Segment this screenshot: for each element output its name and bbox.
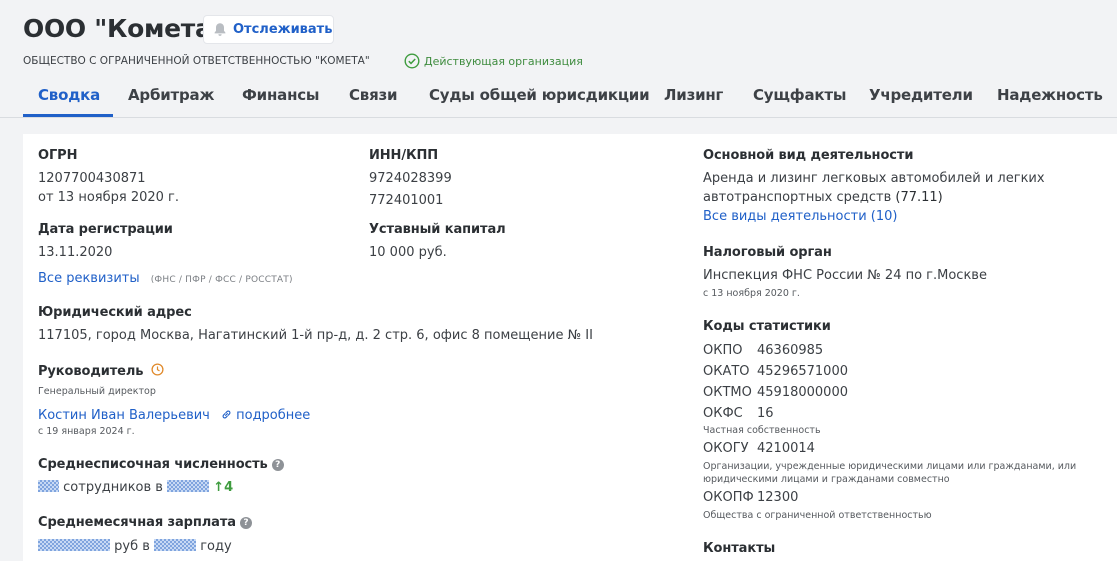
head-position: Генеральный директор [38, 386, 156, 397]
address-label: Юридический адрес [38, 305, 192, 320]
follow-label: Отслеживать [233, 22, 333, 37]
salary-year-text: году [200, 539, 232, 554]
okfs-key: ОКФС [703, 406, 743, 421]
okogu-key: ОКОГУ [703, 441, 749, 456]
okfs-description: Частная собственность [703, 425, 821, 436]
ogrn-label: ОГРН [38, 148, 78, 163]
company-full-name: ОБЩЕСТВО С ОГРАНИЧЕННОЙ ОТВЕТСТВЕННОСТЬЮ… [23, 55, 370, 67]
follow-button[interactable]: Отслеживать [203, 15, 334, 44]
clock-icon[interactable] [151, 363, 164, 376]
okpo-value: 46360985 [757, 343, 824, 358]
staff-delta-value: 4 [224, 480, 234, 495]
tab-general-courts[interactable]: Суды общей юрисдикции [429, 86, 650, 104]
hidden-value-placeholder[interactable] [167, 480, 210, 492]
head-name-row: Костин Иван Валерьевич подробнее [38, 404, 310, 423]
summary-card: ОГРН 1207700430871 от 13 ноября 2020 г. … [23, 134, 1117, 561]
activity-code: (77.11) [895, 190, 943, 205]
okogu-value: 4210014 [757, 441, 815, 456]
staff-value-row: сотрудников в ↑4 [38, 480, 233, 495]
help-icon[interactable]: ? [239, 517, 252, 529]
oktmo-row: ОКТМО 45918000000 [703, 385, 848, 400]
oktmo-value: 45918000000 [757, 385, 848, 400]
okopf-value: 12300 [757, 490, 799, 505]
head-label: Руководитель [38, 364, 144, 379]
company-title: ООО "Комета" [23, 14, 225, 43]
head-label-row: Руководитель [38, 363, 164, 379]
salary-label-row: Среднемесячная зарплата? [38, 515, 252, 530]
ogrn-date: от 13 ноября 2020 г. [38, 190, 180, 205]
registration-date-value: 13.11.2020 [38, 245, 113, 260]
activity-line1: Аренда и лизинг легковых автомобилей и л… [703, 171, 1045, 186]
bell-icon [214, 23, 226, 36]
salary-text: руб в [114, 539, 150, 554]
address-value: 117105, город Москва, Нагатинский 1-й пр… [38, 328, 593, 343]
tax-authority-value: Инспекция ФНС России № 24 по г.Москве [703, 268, 987, 283]
okato-row: ОКАТО 45296571000 [703, 364, 848, 379]
tab-material-facts[interactable]: Сущфакты [753, 86, 846, 104]
inn-value: 9724028399 [369, 171, 452, 186]
all-requisites-link[interactable]: Все реквизиты [38, 271, 140, 286]
company-header: ООО "Комета" Отслеживать ОБЩЕСТВО С ОГРА… [0, 0, 1117, 118]
staff-text: сотрудников в [63, 480, 163, 495]
requisites-sources: (ФНС / ПФР / ФСС / РОССТАТ) [150, 275, 293, 285]
okopf-description: Общества с ограниченной ответственностью [703, 510, 932, 521]
okopf-row: ОКОПФ 12300 [703, 490, 798, 505]
hidden-value-placeholder[interactable] [38, 539, 110, 551]
salary-value-row: руб в году [38, 539, 232, 554]
capital-value: 10 000 руб. [369, 245, 447, 260]
tab-arbitration[interactable]: Арбитраж [128, 86, 214, 104]
tab-leasing[interactable]: Лизинг [664, 86, 723, 104]
tab-bar: Сводка Арбитраж Финансы Связи Суды общей… [0, 76, 1117, 118]
hidden-value-placeholder[interactable] [38, 480, 59, 492]
contacts-label: Контакты [703, 541, 776, 556]
okato-key: ОКАТО [703, 364, 750, 379]
registration-date-label: Дата регистрации [38, 222, 173, 237]
tab-finances[interactable]: Финансы [242, 86, 319, 104]
tab-connections[interactable]: Связи [349, 86, 398, 104]
okfs-value: 16 [757, 406, 774, 421]
salary-label: Среднемесячная зарплата [38, 515, 236, 530]
status-badge: Действующая организация [404, 53, 583, 69]
staff-delta: ↑4 [213, 480, 234, 495]
staff-label: Среднесписочная численность [38, 457, 268, 472]
staff-label-row: Среднесписочная численность? [38, 457, 284, 472]
head-name-link[interactable]: Костин Иван Валерьевич [38, 408, 210, 423]
check-circle-icon [404, 53, 420, 69]
okogu-description-2: юридическими лицами и гражданами совмест… [703, 474, 950, 485]
activity-line2-row: автотранспортных средств (77.11) [703, 190, 943, 205]
link-icon [222, 410, 231, 419]
hidden-value-placeholder[interactable] [154, 539, 197, 551]
activity-line2: автотранспортных средств [703, 190, 892, 205]
tab-summary[interactable]: Сводка [38, 86, 100, 104]
okopf-key: ОКОПФ [703, 490, 754, 505]
okogu-description-1: Организации, учрежденные юридическими ли… [703, 461, 1077, 472]
okpo-key: ОКПО [703, 343, 743, 358]
all-activities-link[interactable]: Все виды деятельности (10) [703, 209, 897, 224]
tax-authority-since: с 13 ноября 2020 г. [703, 288, 800, 299]
stats-label: Коды статистики [703, 319, 831, 334]
capital-label: Уставный капитал [369, 222, 506, 237]
head-since: с 19 января 2024 г. [38, 426, 135, 437]
kpp-value: 772401001 [369, 193, 444, 208]
inn-kpp-label: ИНН/КПП [369, 148, 439, 163]
tab-reliability[interactable]: Надежность [997, 86, 1103, 104]
okpo-row: ОКПО 46360985 [703, 343, 823, 358]
help-icon[interactable]: ? [271, 459, 284, 471]
status-text: Действующая организация [424, 54, 583, 68]
oktmo-key: ОКТМО [703, 385, 752, 400]
requisites-row: Все реквизиты (ФНС / ПФР / ФСС / РОССТАТ… [38, 267, 293, 286]
okogu-row: ОКОГУ 4210014 [703, 441, 815, 456]
active-tab-indicator [23, 114, 113, 117]
ogrn-value: 1207700430871 [38, 171, 146, 186]
head-more-link[interactable]: подробнее [221, 408, 310, 423]
activity-label: Основной вид деятельности [703, 148, 914, 163]
tab-founders[interactable]: Учредители [869, 86, 973, 104]
okfs-row: ОКФС 16 [703, 406, 774, 421]
head-more-label: подробнее [236, 408, 311, 423]
okato-value: 45296571000 [757, 364, 848, 379]
tax-authority-label: Налоговый орган [703, 245, 832, 260]
